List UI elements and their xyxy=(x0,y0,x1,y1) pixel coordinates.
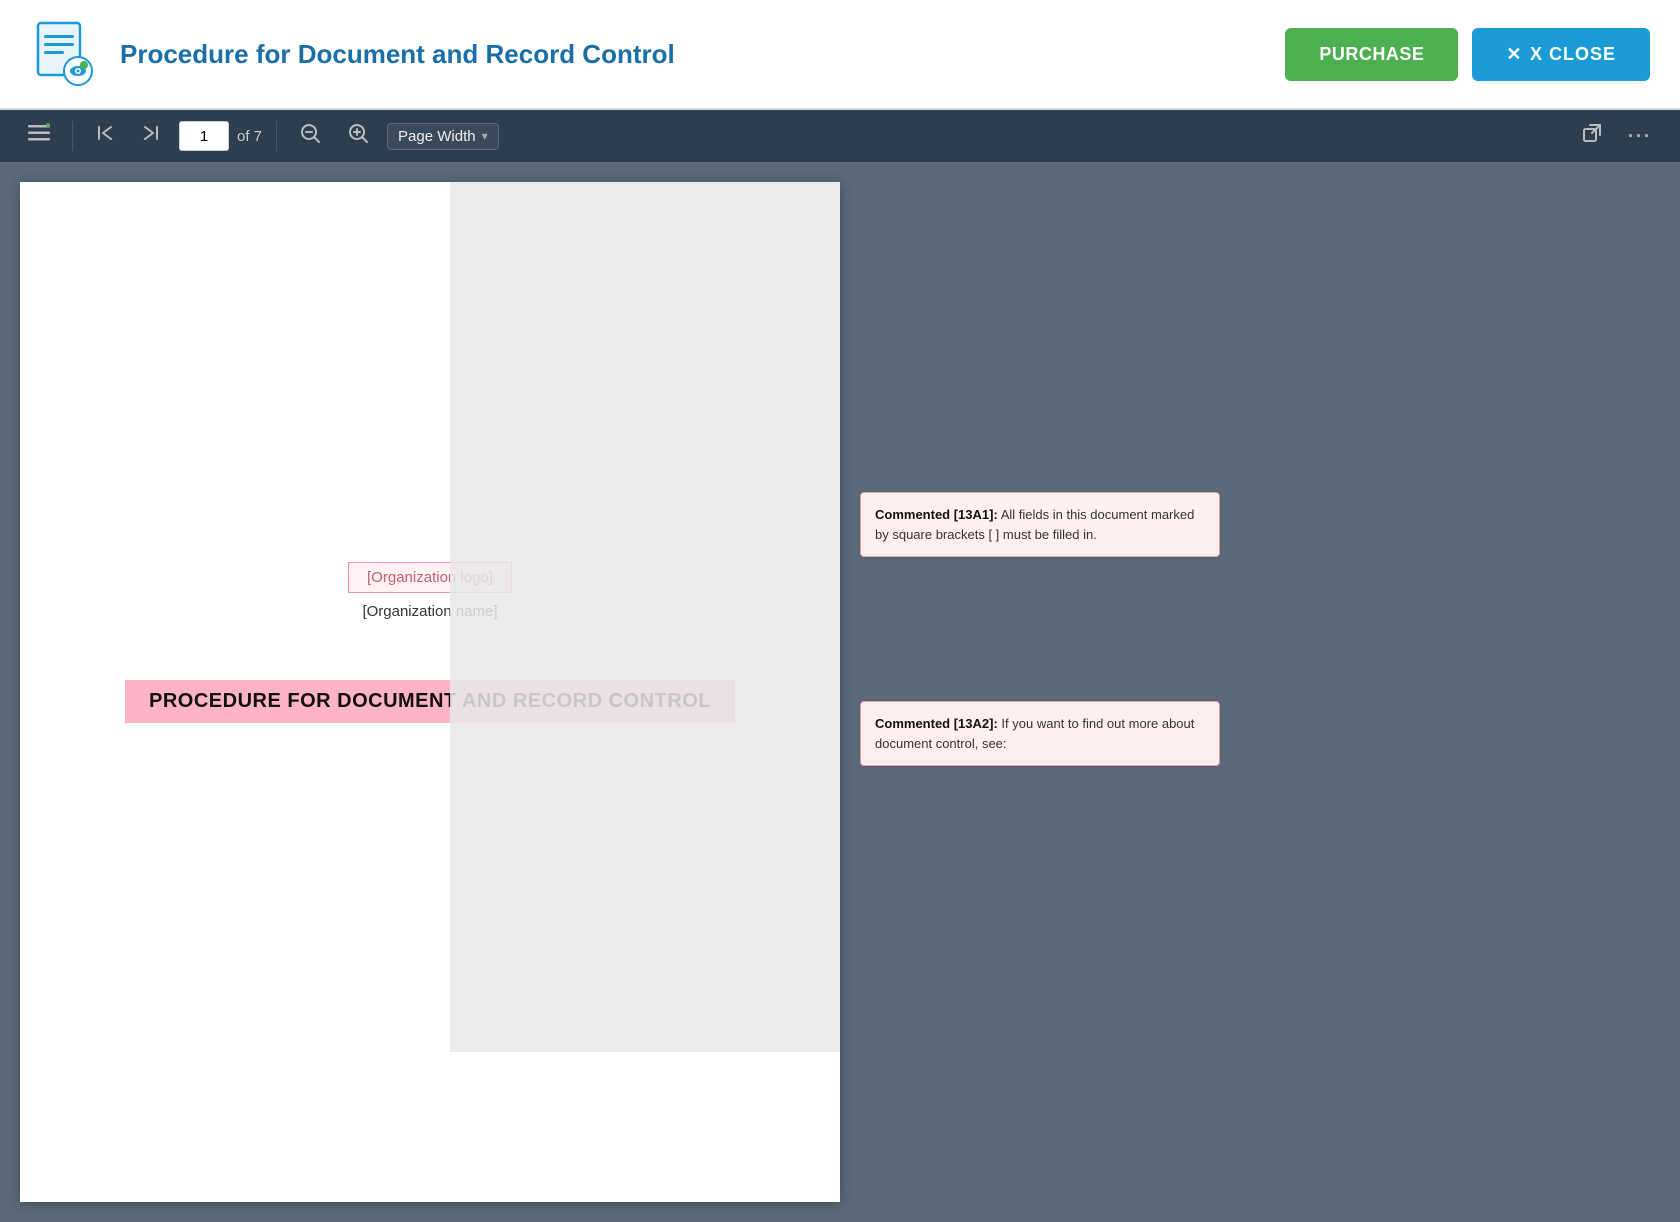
zoom-value: Page Width xyxy=(398,128,476,145)
comment-spacer xyxy=(860,569,1220,689)
close-button[interactable]: ✕ X CLOSE xyxy=(1472,28,1650,81)
last-page-button[interactable] xyxy=(133,117,169,155)
chevron-down-icon: ▾ xyxy=(482,129,488,143)
page-title: Procedure for Document and Record Contro… xyxy=(120,39,1285,70)
page-number-input[interactable]: 1 xyxy=(179,121,229,151)
toolbar-sep-2 xyxy=(276,121,277,151)
pdf-viewer: [Organization logo] [Organization name] … xyxy=(0,162,1680,1222)
blurred-content-overlay xyxy=(450,182,840,1052)
comment-2-label: Commented [13A2]: xyxy=(875,716,998,731)
document-page: [Organization logo] [Organization name] … xyxy=(20,182,840,1202)
zoom-out-button[interactable] xyxy=(291,116,329,156)
zoom-in-button[interactable] xyxy=(339,116,377,156)
comment-1-label: Commented [13A1]: xyxy=(875,507,998,522)
sidebar-toggle-button[interactable] xyxy=(20,117,58,155)
toolbar-sep-1 xyxy=(72,121,73,151)
comment-1: Commented [13A1]: All fields in this doc… xyxy=(860,492,1220,557)
comments-panel: Commented [13A1]: All fields in this doc… xyxy=(860,182,1220,1202)
purchase-button[interactable]: PURCHASE xyxy=(1285,28,1458,81)
comment-2: Commented [13A2]: If you want to find ou… xyxy=(860,701,1220,766)
page-navigation: 1 of 7 xyxy=(179,121,262,151)
document-logo xyxy=(30,19,100,89)
more-options-button[interactable]: ··· xyxy=(1620,119,1660,154)
pdf-toolbar: 1 of 7 Page Width ▾ xyxy=(0,110,1680,162)
header: Procedure for Document and Record Contro… xyxy=(0,0,1680,110)
zoom-selector[interactable]: Page Width ▾ xyxy=(387,123,499,150)
page-total: of 7 xyxy=(237,128,262,145)
open-new-window-button[interactable] xyxy=(1574,117,1610,155)
close-x-icon: ✕ xyxy=(1506,44,1522,65)
first-page-button[interactable] xyxy=(87,117,123,155)
header-buttons: PURCHASE ✕ X CLOSE xyxy=(1285,28,1650,81)
